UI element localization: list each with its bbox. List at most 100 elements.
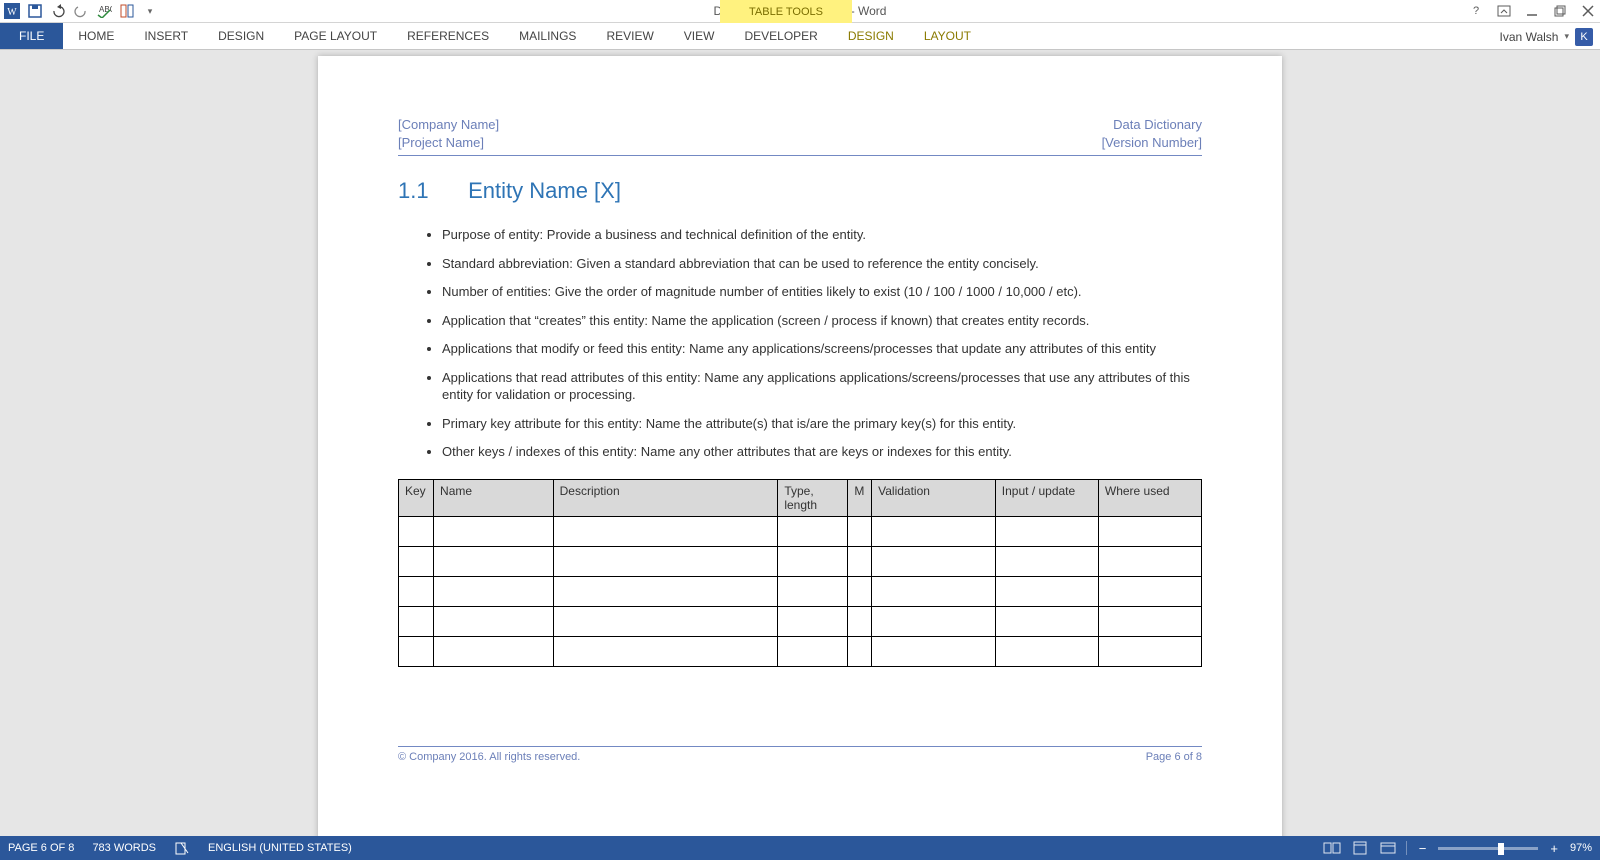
table-cell[interactable] [1098, 577, 1201, 607]
zoom-in-button[interactable]: + [1546, 841, 1562, 856]
save-icon[interactable] [27, 3, 43, 19]
table-cell[interactable] [995, 607, 1098, 637]
project-name: [Project Name] [398, 135, 484, 150]
spelling-icon[interactable]: ABC [96, 3, 112, 19]
table-cell[interactable] [848, 577, 872, 607]
tab-view[interactable]: VIEW [669, 23, 730, 49]
table-cell[interactable] [778, 517, 848, 547]
attributes-table[interactable]: Key Name Description Type, length M Vali… [398, 479, 1202, 667]
tab-references[interactable]: REFERENCES [392, 23, 504, 49]
table-row[interactable] [399, 547, 1202, 577]
tab-developer[interactable]: DEVELOPER [729, 23, 832, 49]
tab-table-layout[interactable]: LAYOUT [909, 23, 986, 49]
page[interactable]: [Company Name] [Project Name] Data Dicti… [318, 56, 1282, 836]
table-cell[interactable] [995, 517, 1098, 547]
tab-review[interactable]: REVIEW [591, 23, 668, 49]
status-language[interactable]: ENGLISH (UNITED STATES) [208, 842, 352, 854]
table-cell[interactable] [872, 517, 996, 547]
ribbon-tabs: FILE HOME INSERT DESIGN PAGE LAYOUT REFE… [0, 23, 1600, 50]
table-cell[interactable] [778, 607, 848, 637]
table-cell[interactable] [399, 607, 434, 637]
web-layout-icon[interactable] [1378, 840, 1398, 856]
table-cell[interactable] [1098, 547, 1201, 577]
undo-icon[interactable] [50, 3, 66, 19]
read-mode-icon[interactable] [1322, 840, 1342, 856]
table-cell[interactable] [399, 637, 434, 667]
document-area[interactable]: [Company Name] [Project Name] Data Dicti… [0, 50, 1600, 836]
restore-icon[interactable] [1552, 3, 1568, 19]
table-cell[interactable] [1098, 607, 1201, 637]
table-cell[interactable] [848, 517, 872, 547]
table-cell[interactable] [434, 547, 554, 577]
close-icon[interactable] [1580, 3, 1596, 19]
table-cell[interactable] [872, 547, 996, 577]
tab-home[interactable]: HOME [63, 23, 129, 49]
table-cell[interactable] [848, 547, 872, 577]
ribbon-display-icon[interactable] [1496, 3, 1512, 19]
table-cell[interactable] [434, 517, 554, 547]
status-left: PAGE 6 OF 8 783 WORDS ENGLISH (UNITED ST… [8, 841, 352, 855]
redo-icon[interactable] [73, 3, 89, 19]
doc-title-field: Data Dictionary [1113, 117, 1202, 132]
user-badge: K [1575, 28, 1593, 46]
doc-header: [Company Name] [Project Name] Data Dicti… [398, 116, 1202, 156]
customize-qat-icon[interactable]: ▾ [142, 3, 158, 19]
table-split-icon[interactable] [119, 3, 135, 19]
table-cell[interactable] [553, 577, 778, 607]
table-cell[interactable] [399, 577, 434, 607]
table-cell[interactable] [1098, 637, 1201, 667]
user-account[interactable]: Ivan Walsh ▾ K [1500, 23, 1593, 50]
table-cell[interactable] [1098, 517, 1201, 547]
table-cell[interactable] [778, 577, 848, 607]
th-key: Key [399, 480, 434, 517]
tab-table-design[interactable]: DESIGN [833, 23, 909, 49]
separator [1406, 841, 1407, 855]
table-cell[interactable] [434, 637, 554, 667]
zoom-out-button[interactable]: − [1415, 841, 1431, 856]
help-icon[interactable]: ? [1468, 3, 1484, 19]
table-cell[interactable] [553, 637, 778, 667]
tab-mailings[interactable]: MAILINGS [504, 23, 591, 49]
table-cell[interactable] [995, 637, 1098, 667]
window-controls: ? [1468, 3, 1596, 19]
zoom-percent[interactable]: 97% [1570, 842, 1592, 854]
table-cell[interactable] [399, 517, 434, 547]
status-page[interactable]: PAGE 6 OF 8 [8, 842, 74, 854]
proofing-icon[interactable] [174, 841, 190, 855]
minimize-icon[interactable] [1524, 3, 1540, 19]
quick-access-toolbar: W ABC ▾ [0, 3, 158, 19]
table-row[interactable] [399, 607, 1202, 637]
table-row[interactable] [399, 577, 1202, 607]
table-cell[interactable] [872, 577, 996, 607]
word-app-icon: W [4, 3, 20, 19]
table-cell[interactable] [995, 577, 1098, 607]
table-cell[interactable] [995, 547, 1098, 577]
table-cell[interactable] [848, 607, 872, 637]
print-layout-icon[interactable] [1350, 840, 1370, 856]
list-item: Applications that read attributes of thi… [442, 369, 1202, 404]
status-words[interactable]: 783 WORDS [92, 842, 156, 854]
table-cell[interactable] [848, 637, 872, 667]
tab-file[interactable]: FILE [0, 23, 63, 49]
table-cell[interactable] [434, 577, 554, 607]
user-name-label: Ivan Walsh [1500, 30, 1559, 44]
table-cell[interactable] [434, 607, 554, 637]
table-cell[interactable] [872, 637, 996, 667]
company-name: [Company Name] [398, 117, 499, 132]
table-cell[interactable] [778, 637, 848, 667]
table-cell[interactable] [553, 607, 778, 637]
tab-insert[interactable]: INSERT [129, 23, 203, 49]
footer-left: © Company 2016. All rights reserved. [398, 751, 580, 763]
table-cell[interactable] [399, 547, 434, 577]
table-cell[interactable] [872, 607, 996, 637]
table-cell[interactable] [778, 547, 848, 577]
tab-design[interactable]: DESIGN [203, 23, 279, 49]
header-right: Data Dictionary [Version Number] [1102, 116, 1202, 151]
table-cell[interactable] [553, 547, 778, 577]
zoom-slider[interactable] [1438, 847, 1538, 850]
table-cell[interactable] [553, 517, 778, 547]
th-m: M [848, 480, 872, 517]
table-row[interactable] [399, 517, 1202, 547]
table-row[interactable] [399, 637, 1202, 667]
tab-page-layout[interactable]: PAGE LAYOUT [279, 23, 392, 49]
